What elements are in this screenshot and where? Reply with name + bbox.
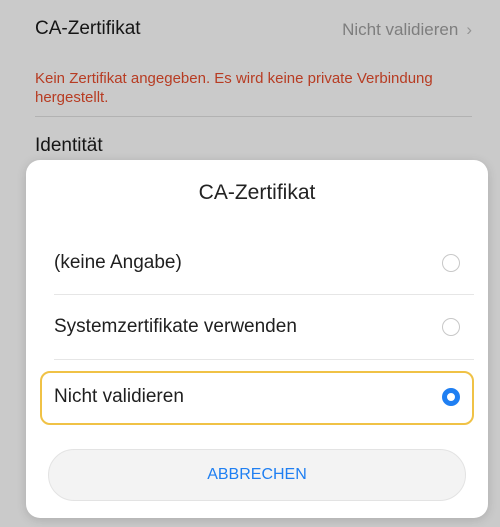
ca-certificate-dialog: CA-Zertifikat (keine Angabe) Systemzerti…	[26, 160, 488, 518]
option-none[interactable]: (keine Angabe)	[40, 234, 474, 294]
option-label: (keine Angabe)	[54, 252, 182, 273]
cancel-button[interactable]: ABBRECHEN	[48, 449, 466, 501]
option-divider	[54, 359, 474, 360]
option-do-not-validate[interactable]: Nicht validieren	[40, 368, 474, 428]
radio-unchecked-icon[interactable]	[442, 254, 460, 272]
option-divider	[54, 294, 474, 295]
radio-unchecked-icon[interactable]	[442, 318, 460, 336]
option-label: Systemzertifikate verwenden	[54, 316, 297, 337]
option-label: Nicht validieren	[54, 386, 184, 407]
radio-checked-icon[interactable]	[442, 388, 460, 406]
dialog-title: CA-Zertifikat	[198, 181, 316, 204]
option-system-certificates[interactable]: Systemzertifikate verwenden	[40, 298, 474, 358]
screen: CA-Zertifikat Nicht validieren › Kein Zer…	[0, 0, 500, 527]
